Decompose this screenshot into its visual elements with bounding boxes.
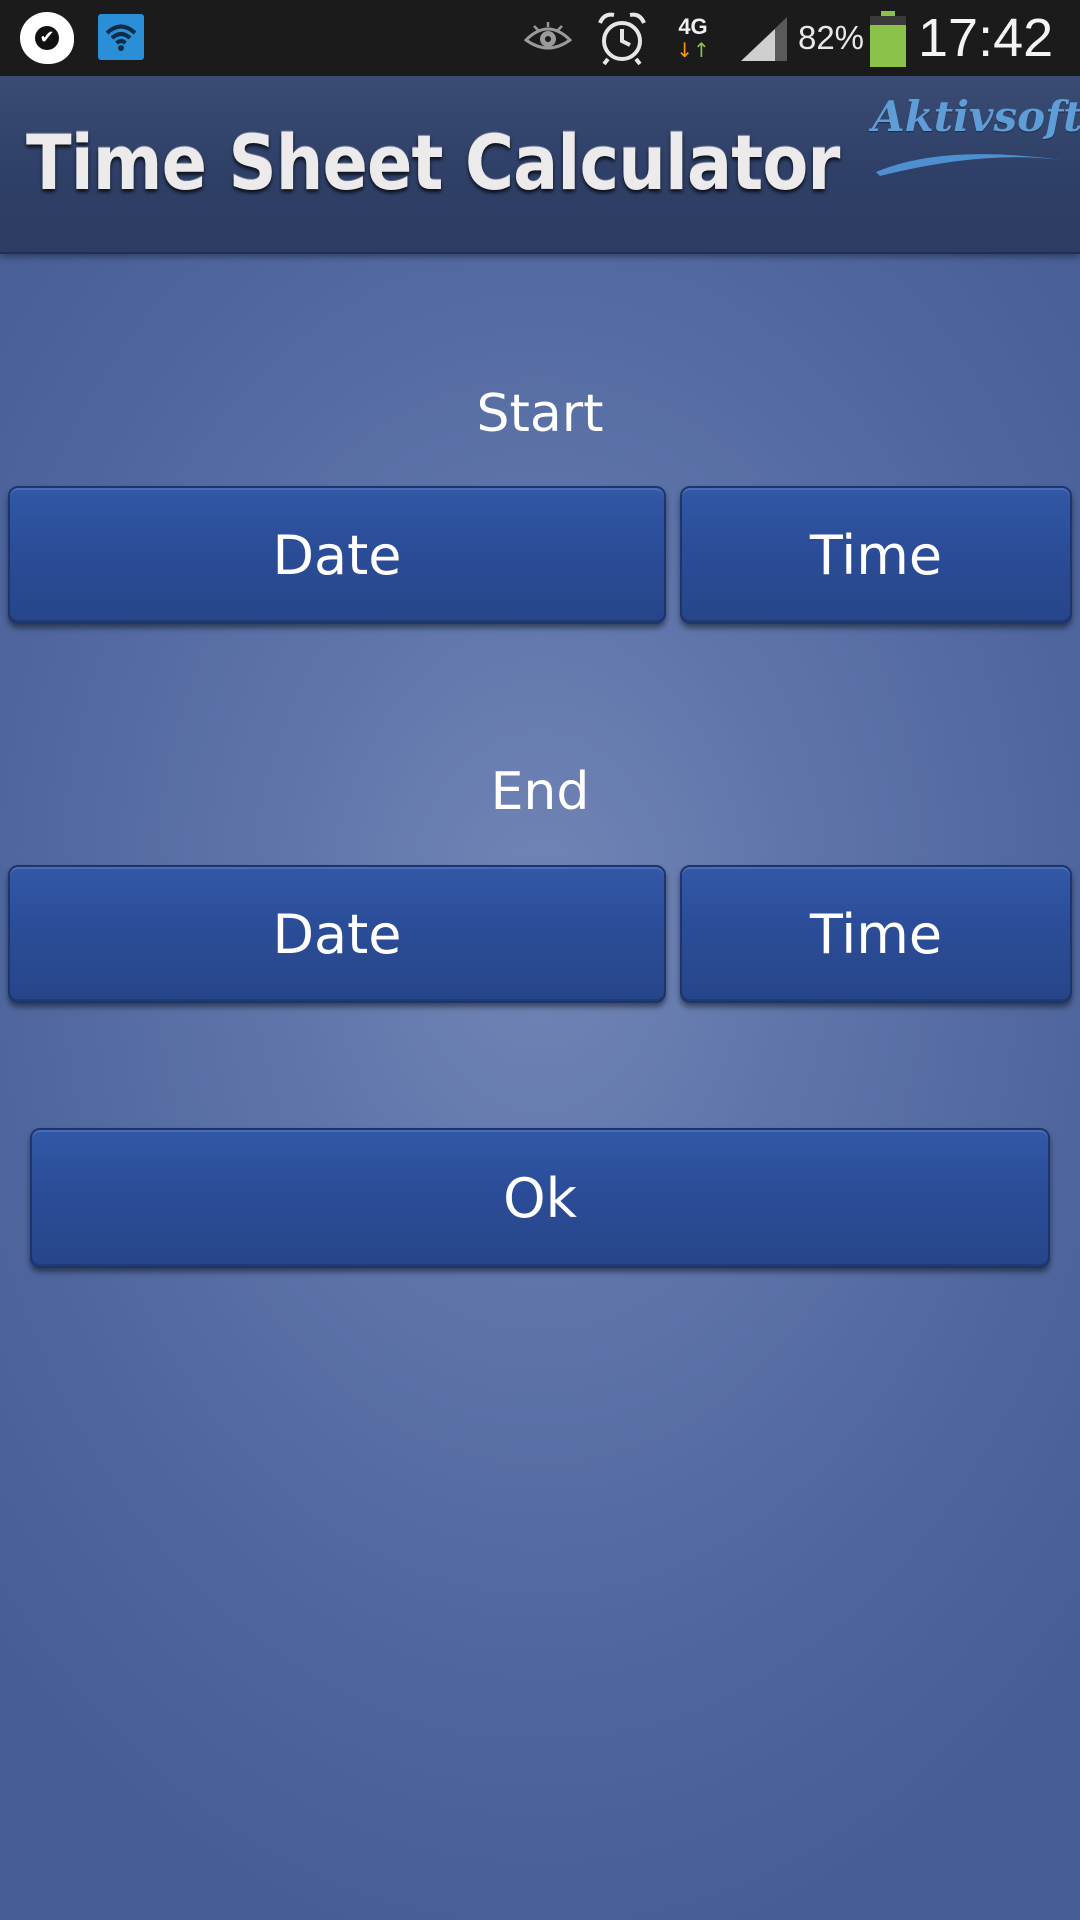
- end-time-button[interactable]: Time: [680, 865, 1072, 1003]
- battery-icon: [868, 10, 908, 68]
- network-type-label: 4G: [678, 14, 708, 39]
- clock-time: 17:42: [918, 8, 1054, 68]
- app-header: Time Sheet Calculator Aktivsoft: [0, 76, 1080, 254]
- wifi-notification-icon[interactable]: [98, 14, 144, 60]
- start-label: Start: [476, 384, 604, 444]
- end-date-button[interactable]: Date: [8, 865, 666, 1003]
- network-4g-icon: 4G ↓↑: [676, 14, 710, 62]
- app-screen: ✔ 4G ↓↑ 82% 17:42 Time Sheet Calculator …: [0, 0, 1080, 1920]
- signal-icon: [738, 14, 790, 64]
- end-label: End: [490, 762, 590, 822]
- check-notification-icon[interactable]: ✔: [20, 12, 74, 64]
- aktivsoft-logo: Aktivsoft: [872, 92, 1080, 182]
- start-date-button[interactable]: Date: [8, 486, 666, 624]
- alarm-icon: [594, 10, 650, 66]
- eye-icon: [522, 18, 574, 58]
- ok-button[interactable]: Ok: [30, 1128, 1050, 1268]
- battery-percent: 82%: [797, 19, 865, 56]
- status-bar: ✔ 4G ↓↑ 82% 17:42: [0, 0, 1080, 76]
- app-title: Time Sheet Calculator: [26, 118, 840, 207]
- start-time-button[interactable]: Time: [680, 486, 1072, 624]
